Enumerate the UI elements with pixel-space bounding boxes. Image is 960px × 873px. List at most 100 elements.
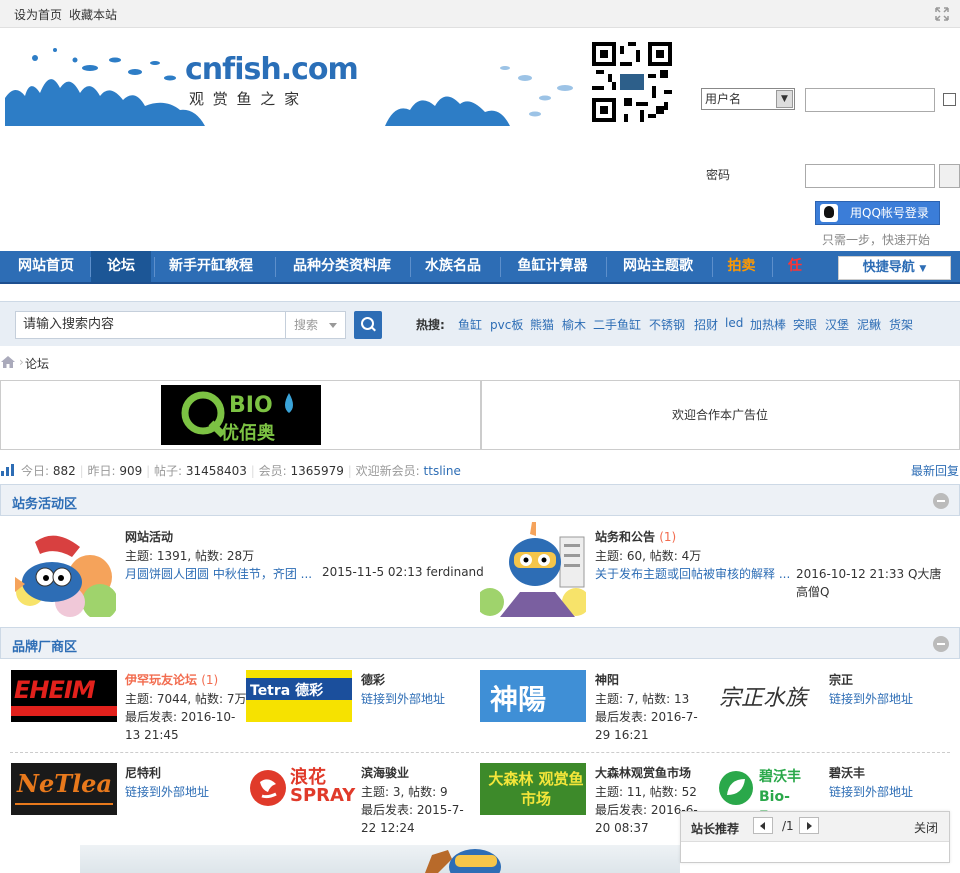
nav-auction[interactable]: 拍卖 [715,251,768,282]
hot-search-link[interactable]: 熊猫 [530,316,554,333]
forum-last-post-info[interactable]: 2016-10-12 21:33 Q大唐高僧Q [796,565,951,601]
hot-search-link[interactable]: 汉堡 [825,316,849,333]
forum-name[interactable]: 德彩 [361,671,385,688]
login-button[interactable] [939,164,960,188]
nav-label: 任 [788,258,802,274]
forum-name[interactable]: 宗正 [829,671,853,688]
favorite-link[interactable]: 收藏本站 [69,6,117,23]
qbio-ad-banner[interactable]: BIO 优佰奥 [161,385,321,445]
brand-logo-shenyang[interactable]: 神陽 [480,670,586,722]
username-type-select[interactable]: 用户名 ▼ [701,88,795,110]
latest-reply-link[interactable]: 最新回复 [911,462,959,479]
caret-down-icon: ▼ [919,264,927,274]
nav-divider [154,257,155,277]
section-title[interactable]: 站务活动区 [12,493,77,512]
expand-icon[interactable] [934,6,950,22]
brand-logo-tetra[interactable]: Tetra 德彩 [246,670,352,722]
hot-search-link[interactable]: 鱼缸 [458,316,482,333]
search-button[interactable] [354,311,382,339]
collapse-icon[interactable] [933,636,949,652]
brand-logo-netlea[interactable]: NeTlea [11,763,117,815]
nav-tank-calculator[interactable]: 鱼缸计算器 [503,251,602,282]
brand-logo-eheim[interactable]: EHEIM [11,670,117,722]
stat-members-value: 1365979 [290,464,344,478]
external-link[interactable]: 链接到外部地址 [125,783,209,800]
nav-label: 网站主题歌 [623,258,693,274]
forum-new-count: (1) [201,673,219,687]
hot-search-link[interactable]: led [725,316,743,330]
nav-forum[interactable]: 论坛 [91,251,151,282]
brand-logo-spray[interactable]: 浪花 SPRAY [246,763,355,815]
close-button[interactable]: 关闭 [914,819,938,836]
top-bar: 设为首页 收藏本站 [0,0,960,28]
nav-species-database[interactable]: 品种分类资料库 [278,251,406,282]
nav-aquatic-brands[interactable]: 水族名品 [412,251,494,282]
forum-name[interactable]: 伊罕玩友论坛 (1) [125,671,218,688]
search-placeholder: 请输入搜索内容 [23,317,115,332]
external-link[interactable]: 链接到外部地址 [829,783,913,800]
hot-search-link[interactable]: 货架 [889,316,913,333]
nav-divider [500,257,501,277]
nav-task[interactable]: 任 [775,251,815,282]
qq-login-button[interactable]: 用QQ帐号登录 [815,201,940,225]
nav-beginner-tutorial[interactable]: 新手开缸教程 [156,251,266,282]
forum-name[interactable]: 网站活动 [125,528,173,545]
ad-row [0,380,960,450]
remember-checkbox[interactable] [943,93,956,106]
username-input[interactable] [805,88,935,112]
hot-search-link[interactable]: 突眼 [793,316,817,333]
nav-home[interactable]: 网站首页 [5,251,87,282]
new-member-link[interactable]: ttsline [424,464,461,478]
site-banner[interactable]: cnfish.com 观 赏 鱼 之 家 [5,38,677,128]
forum-name[interactable]: 滨海骏业 [361,764,409,781]
brand-logo-bioform[interactable]: 碧沃丰 Bio-Form [715,763,821,825]
forum-name[interactable]: 站务和公告 (1) [595,528,676,545]
nav-theme-song[interactable]: 网站主题歌 [609,251,707,282]
brand-logo-zongzheng[interactable]: 宗正水族 [715,670,821,722]
hot-search-link[interactable]: 不锈钢 [649,316,685,333]
forum-last-post-info[interactable]: 2015-11-5 02:13 ferdinand [322,565,484,579]
forum-last-post[interactable]: 最后发表: 2016-7-29 16:21 [595,708,710,744]
hot-search-link[interactable]: pvc板 [490,316,523,333]
search-input[interactable]: 请输入搜索内容 [15,311,286,339]
nav-divider [606,257,607,277]
username-select-value: 用户名 [705,92,742,106]
site-logo-text: cnfish.com [185,52,359,87]
forum-last-post[interactable]: 最后发表: 2016-10-13 21:45 [125,708,240,744]
forum-name[interactable]: 碧沃丰 [829,764,865,781]
quick-nav-button[interactable]: 快捷导航 ▼ [838,256,951,280]
hot-search-link[interactable]: 泥鳅 [857,316,881,333]
forum-last-post-title[interactable]: 月圆饼圆人团圆 中秋佳节，齐团 ... [125,565,312,582]
home-icon[interactable] [1,356,15,368]
forum-last-post-title[interactable]: 关于发布主题或回帖被审核的解释 ... [595,565,790,582]
forum-last-post[interactable]: 最后发表: 2015-7-22 12:24 [361,801,476,837]
hot-search-link[interactable]: 加热棒 [750,316,786,333]
external-link[interactable]: 链接到外部地址 [361,690,445,707]
bottom-banner-partial[interactable] [80,845,680,873]
forum-name[interactable]: 尼特利 [125,764,161,781]
brand-logo-text: NeTlea [17,769,113,798]
forum-icon-announcements[interactable] [476,522,590,617]
stat-yesterday-label: 昨日: [87,464,116,478]
set-home-link[interactable]: 设为首页 [14,6,62,23]
forum-name[interactable]: 神阳 [595,671,619,688]
hot-search-link[interactable]: 榆木 [562,316,586,333]
forum-name[interactable]: 大森林观赏鱼市场 [595,764,691,781]
search-type-dropdown[interactable]: 搜索 [286,311,346,339]
forum-icon-activity[interactable] [10,522,118,620]
hot-search-link[interactable]: 二手鱼缸 [593,316,641,333]
next-page-button[interactable] [799,817,819,834]
prev-page-button[interactable] [753,817,773,834]
section-title[interactable]: 品牌厂商区 [12,636,77,655]
nav-label: 新手开缸教程 [169,258,253,274]
nav-divider [275,257,276,277]
qq-login-hint: 只需一步，快速开始 [822,233,931,247]
ad-placeholder-text[interactable]: 欢迎合作本广告位 [672,406,768,423]
password-input[interactable] [805,164,935,188]
breadcrumb-separator: › [19,355,24,369]
hot-search-link[interactable]: 招财 [694,316,718,333]
brand-logo-forest-market[interactable]: 大森林 观赏鱼市场 [480,763,586,815]
collapse-icon[interactable] [933,493,949,509]
external-link[interactable]: 链接到外部地址 [829,690,913,707]
mascot-image [425,849,501,873]
